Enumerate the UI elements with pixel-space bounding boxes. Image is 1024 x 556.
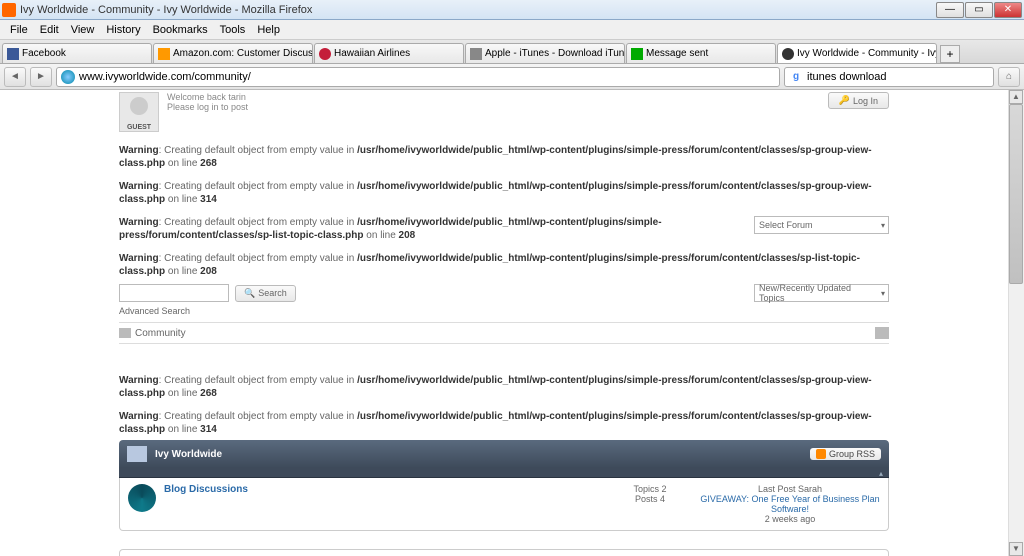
menu-view[interactable]: View xyxy=(65,22,101,38)
updated-topics-heading: Unread and recently updated topics xyxy=(119,549,889,556)
close-button[interactable]: ✕ xyxy=(994,2,1022,18)
tab-apple[interactable]: Apple - iTunes - Download iTunes - T...× xyxy=(465,43,625,63)
last-topic-link[interactable]: GIVEAWAY: One Free Year of Business Plan… xyxy=(700,494,879,514)
welcome-text: Welcome back tarin Please log in to post xyxy=(167,92,248,112)
tag-icon[interactable] xyxy=(875,327,889,339)
window-titlebar: Ivy Worldwide - Community - Ivy Worldwid… xyxy=(0,0,1024,20)
forum-search-input[interactable] xyxy=(119,284,229,302)
globe-icon xyxy=(61,70,75,84)
new-tab-button[interactable]: + xyxy=(940,45,960,63)
tab-facebook[interactable]: Facebook xyxy=(2,43,152,63)
tab-message[interactable]: Message sent xyxy=(626,43,776,63)
select-forum-dropdown[interactable]: Select Forum xyxy=(754,216,889,234)
page-content: ▲ ▼ GUEST Welcome back tarin Please log … xyxy=(0,90,1024,556)
group-collapse-toggle[interactable] xyxy=(119,468,889,478)
php-warning: Warning: Creating default object from em… xyxy=(119,180,889,206)
forum-link[interactable]: Blog Discussions xyxy=(164,484,248,495)
menu-history[interactable]: History xyxy=(100,22,146,38)
breadcrumb[interactable]: Community xyxy=(135,328,186,339)
menu-file[interactable]: File xyxy=(4,22,34,38)
login-button[interactable]: 🔑 Log In xyxy=(828,92,889,109)
google-icon xyxy=(789,70,803,84)
scroll-up-icon[interactable]: ▲ xyxy=(1009,90,1023,104)
search-button[interactable]: 🔍 Search xyxy=(235,285,296,302)
tab-hawaiian[interactable]: Hawaiian Airlines xyxy=(314,43,464,63)
search-text: itunes download xyxy=(807,71,887,83)
amazon-icon xyxy=(158,48,170,60)
forum-row: Blog Discussions Topics 2 Posts 4 Last P… xyxy=(119,478,889,531)
home-button[interactable]: ⌂ xyxy=(998,67,1020,87)
menu-bar: File Edit View History Bookmarks Tools H… xyxy=(0,20,1024,40)
php-warning: Warning: Creating default object from em… xyxy=(119,144,889,170)
menu-tools[interactable]: Tools xyxy=(214,22,252,38)
hawaiian-icon xyxy=(319,48,331,60)
php-warning: Warning: Creating default object from em… xyxy=(119,252,889,278)
group-rss-button[interactable]: Group RSS xyxy=(810,448,881,460)
message-icon xyxy=(631,48,643,60)
forward-button[interactable]: ► xyxy=(30,67,52,87)
back-button[interactable]: ◄ xyxy=(4,67,26,87)
window-title: Ivy Worldwide - Community - Ivy Worldwid… xyxy=(20,4,936,16)
advanced-search-link[interactable]: Advanced Search xyxy=(119,306,889,316)
tab-ivy[interactable]: Ivy Worldwide - Community - Ivy Wo...× xyxy=(777,43,937,63)
menu-edit[interactable]: Edit xyxy=(34,22,65,38)
php-warning: Warning: Creating default object from em… xyxy=(119,410,889,436)
url-toolbar: ◄ ► www.ivyworldwide.com/community/ itun… xyxy=(0,64,1024,90)
minimize-button[interactable]: — xyxy=(936,2,964,18)
guest-avatar: GUEST xyxy=(119,92,159,132)
rss-icon xyxy=(816,449,826,459)
group-icon xyxy=(127,446,147,462)
tab-amazon[interactable]: Amazon.com: Customer Discussions:...× xyxy=(153,43,313,63)
topics-filter-dropdown[interactable]: New/Recently Updated Topics xyxy=(754,284,889,302)
menu-help[interactable]: Help xyxy=(251,22,286,38)
url-text: www.ivyworldwide.com/community/ xyxy=(79,71,251,83)
group-header: Ivy Worldwide Group RSS xyxy=(119,440,889,468)
breadcrumb-icon xyxy=(119,328,131,338)
tab-strip: Facebook Amazon.com: Customer Discussion… xyxy=(0,40,1024,64)
url-input[interactable]: www.ivyworldwide.com/community/ xyxy=(56,67,780,87)
group-name[interactable]: Ivy Worldwide xyxy=(155,449,222,460)
firefox-icon xyxy=(2,3,16,17)
maximize-button[interactable]: ▭ xyxy=(965,2,993,18)
forum-stats: Topics 2 Posts 4 xyxy=(600,484,700,524)
last-post: Last Post Sarah GIVEAWAY: One Free Year … xyxy=(700,484,880,524)
scroll-down-icon[interactable]: ▼ xyxy=(1009,542,1023,556)
browser-search-input[interactable]: itunes download xyxy=(784,67,994,87)
forum-avatar-icon xyxy=(128,484,156,512)
scroll-thumb[interactable] xyxy=(1009,104,1023,284)
menu-bookmarks[interactable]: Bookmarks xyxy=(147,22,214,38)
php-warning: Warning: Creating default object from em… xyxy=(119,374,889,400)
ivy-icon xyxy=(782,48,794,60)
scrollbar[interactable]: ▲ ▼ xyxy=(1008,90,1024,556)
facebook-icon xyxy=(7,48,19,60)
apple-icon xyxy=(470,48,482,60)
php-warning: Warning: Creating default object from em… xyxy=(119,216,754,242)
